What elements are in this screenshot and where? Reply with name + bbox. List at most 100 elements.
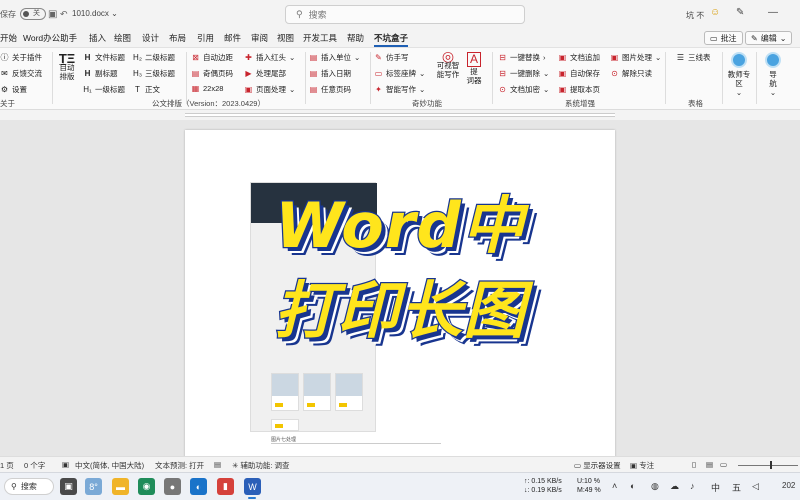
navigation-button[interactable]: 导 航 ⌄	[760, 52, 786, 97]
cloud-icon[interactable]: ☁	[670, 481, 679, 492]
taskbar-search[interactable]: ⚲ 搜索	[4, 478, 54, 495]
autosave-control[interactable]: 保存 关	[0, 8, 46, 20]
insert-redhead-button[interactable]: ✚ 插入红头 ⌄	[244, 52, 295, 63]
handle-footer-button[interactable]: ▶ 处理尾部	[244, 68, 286, 79]
display-settings-button[interactable]: ▭ 显示器设置	[574, 460, 621, 471]
settings-button[interactable]: ⚙ 设置	[0, 84, 27, 95]
heading2-button[interactable]: H₂ 二级标题	[133, 52, 175, 63]
chevron-right-icon: ›	[543, 53, 546, 62]
odd-even-page-button[interactable]: ▤ 奇偶页码	[191, 68, 233, 79]
tab-insert[interactable]: 插入	[89, 32, 106, 44]
tab-word-assistant[interactable]: Word办公助手	[23, 32, 77, 44]
file-title-button[interactable]: H 文件标题	[83, 52, 125, 63]
wechat-icon[interactable]: ◍	[651, 481, 659, 492]
weather-icon[interactable]: 8°	[85, 478, 102, 495]
speaker-icon[interactable]: ◁	[752, 481, 759, 492]
any-page-number-button[interactable]: ▤ 任意页码	[309, 84, 351, 95]
horizontal-ruler[interactable]	[0, 110, 800, 120]
macro-icon[interactable]: ▤	[214, 460, 221, 469]
heading3-button[interactable]: H₃ 三级标题	[133, 68, 175, 79]
one-click-replace-button[interactable]: ⊟ 一键替换 ›	[498, 52, 546, 63]
tab-view[interactable]: 视图	[277, 32, 294, 44]
minimize-icon[interactable]: —	[768, 7, 778, 18]
grid-22x28-button[interactable]: ▦ 22x28	[191, 84, 224, 93]
tray-app-icon[interactable]: ◐	[630, 481, 635, 491]
remove-readonly-button[interactable]: ⊙ 解除只读	[610, 68, 652, 79]
visual-smart-writing-button[interactable]: ◎ 可视智 能写作	[434, 49, 462, 79]
page-count[interactable]: 1 页	[0, 460, 14, 471]
word-icon[interactable]: W	[244, 478, 261, 495]
auto-layout-button[interactable]: T̲Ξ 自动 排版	[56, 52, 78, 81]
image-process-button[interactable]: ▣ 图片处理 ⌄	[610, 52, 662, 63]
tab-mailings[interactable]: 邮件	[224, 32, 241, 44]
language-status[interactable]: 中文(简体, 中国大陆)	[75, 460, 144, 471]
edge-dev-icon[interactable]: ◉	[138, 478, 155, 495]
tab-references[interactable]: 引用	[197, 32, 214, 44]
tab-layout[interactable]: 布局	[169, 32, 186, 44]
word-count[interactable]: 0 个字	[24, 460, 45, 471]
clock[interactable]: 202	[782, 481, 795, 490]
append-document-button[interactable]: ▣ 文档追加	[558, 52, 600, 63]
one-click-delete-button[interactable]: ⊟ 一键删除 ⌄	[498, 68, 549, 79]
document-canvas[interactable]: 图片七处理 Word中 打印长图	[0, 120, 800, 456]
subtitle-button[interactable]: H 副标题	[83, 68, 118, 79]
proofing-icon[interactable]: ▣	[62, 460, 69, 469]
tab-help[interactable]: 帮助	[347, 32, 364, 44]
encrypt-document-button[interactable]: ⊙ 文档加密 ⌄	[498, 84, 549, 95]
file-explorer-icon[interactable]: ▬	[112, 478, 129, 495]
microphone-icon[interactable]: ♪	[690, 481, 695, 491]
print-layout-icon[interactable]: ▤	[706, 460, 713, 469]
document-name[interactable]: 1010.docx ⌄	[72, 9, 118, 18]
tab-design[interactable]: 设计	[142, 32, 159, 44]
save-icon[interactable]: ▣	[48, 9, 57, 20]
tab-home[interactable]: 开始	[0, 32, 17, 44]
ime-mode[interactable]: 五	[732, 481, 741, 494]
about-plugin-button[interactable]: ⓘ 关于插件	[0, 52, 43, 63]
apple-icon[interactable]: ●	[164, 478, 181, 495]
zoom-slider[interactable]	[738, 465, 798, 466]
zoom-slider-thumb[interactable]	[770, 461, 772, 469]
task-view-icon[interactable]: ▣	[60, 478, 77, 495]
calendar-icon: ▤	[309, 69, 318, 78]
text-predict-status[interactable]: 文本预测: 打开	[155, 460, 204, 471]
chevron-up-icon[interactable]: ˄	[612, 481, 617, 491]
feedback-button[interactable]: ✉ 反馈交流	[0, 68, 42, 79]
smart-writing-button[interactable]: ✦ 智能写作 ⌄	[374, 84, 425, 95]
tab-draw[interactable]: 绘图	[114, 32, 131, 44]
autosave-toggle[interactable]: 关	[20, 8, 46, 20]
body-text-button[interactable]: T 正文	[133, 84, 160, 95]
user-name[interactable]: 坑 不	[686, 10, 704, 21]
teacher-zone-button[interactable]: 教师专 区 ⌄	[724, 52, 754, 97]
teleprompter-button[interactable]: A 提 词器	[464, 52, 484, 85]
focus-button[interactable]: ▣ 专注	[630, 460, 654, 471]
insert-date-button[interactable]: ▤ 插入日期	[309, 68, 351, 79]
imitate-handwriting-button[interactable]: ✎ 仿手写	[374, 52, 408, 63]
chevron-down-icon: ⌄	[769, 88, 777, 97]
search-box[interactable]: ⚲ 搜索	[285, 5, 525, 24]
chevron-down-icon: ⌄	[655, 53, 662, 62]
three-line-table-button[interactable]: ☰ 三线表	[676, 52, 711, 63]
tab-developer[interactable]: 开发工具	[303, 32, 337, 44]
auto-save-button[interactable]: ▣ 自动保存	[558, 68, 600, 79]
read-mode-icon[interactable]: ▯	[692, 460, 696, 469]
accessibility-status[interactable]: ✳ 辅助功能: 调查	[232, 460, 290, 471]
ai-icon: ✦	[375, 85, 382, 94]
undo-icon[interactable]: ↶	[60, 9, 68, 20]
heading1-button[interactable]: H₁ 一级标题	[83, 84, 125, 95]
edit-mode-button[interactable]: ✎ 编辑 ⌄	[745, 31, 793, 45]
group-label-tricks: 奇妙功能	[412, 99, 442, 108]
ime-language[interactable]: 中	[711, 481, 720, 494]
tab-bukeng-box[interactable]: 不坑盒子	[374, 32, 409, 47]
auto-margin-button[interactable]: ⊠ 自动边距	[191, 52, 233, 63]
smiley-icon[interactable]: ☺	[710, 7, 720, 18]
comment-button[interactable]: ▭ 批注	[704, 31, 743, 45]
pen-icon[interactable]: ✎	[736, 7, 744, 18]
edge-icon[interactable]: ◐	[190, 478, 207, 495]
insert-unit-button[interactable]: ▤ 插入单位 ⌄	[309, 52, 361, 63]
tab-review[interactable]: 审阅	[251, 32, 268, 44]
extract-page-button[interactable]: ▣ 提取本页	[558, 84, 600, 95]
web-layout-icon[interactable]: ▭	[720, 460, 727, 469]
tag-seat-card-button[interactable]: ▭ 标签座牌 ⌄	[374, 68, 426, 79]
app-icon[interactable]: ▮	[217, 478, 234, 495]
page-process-button[interactable]: ▣ 页面处理 ⌄	[244, 84, 296, 95]
